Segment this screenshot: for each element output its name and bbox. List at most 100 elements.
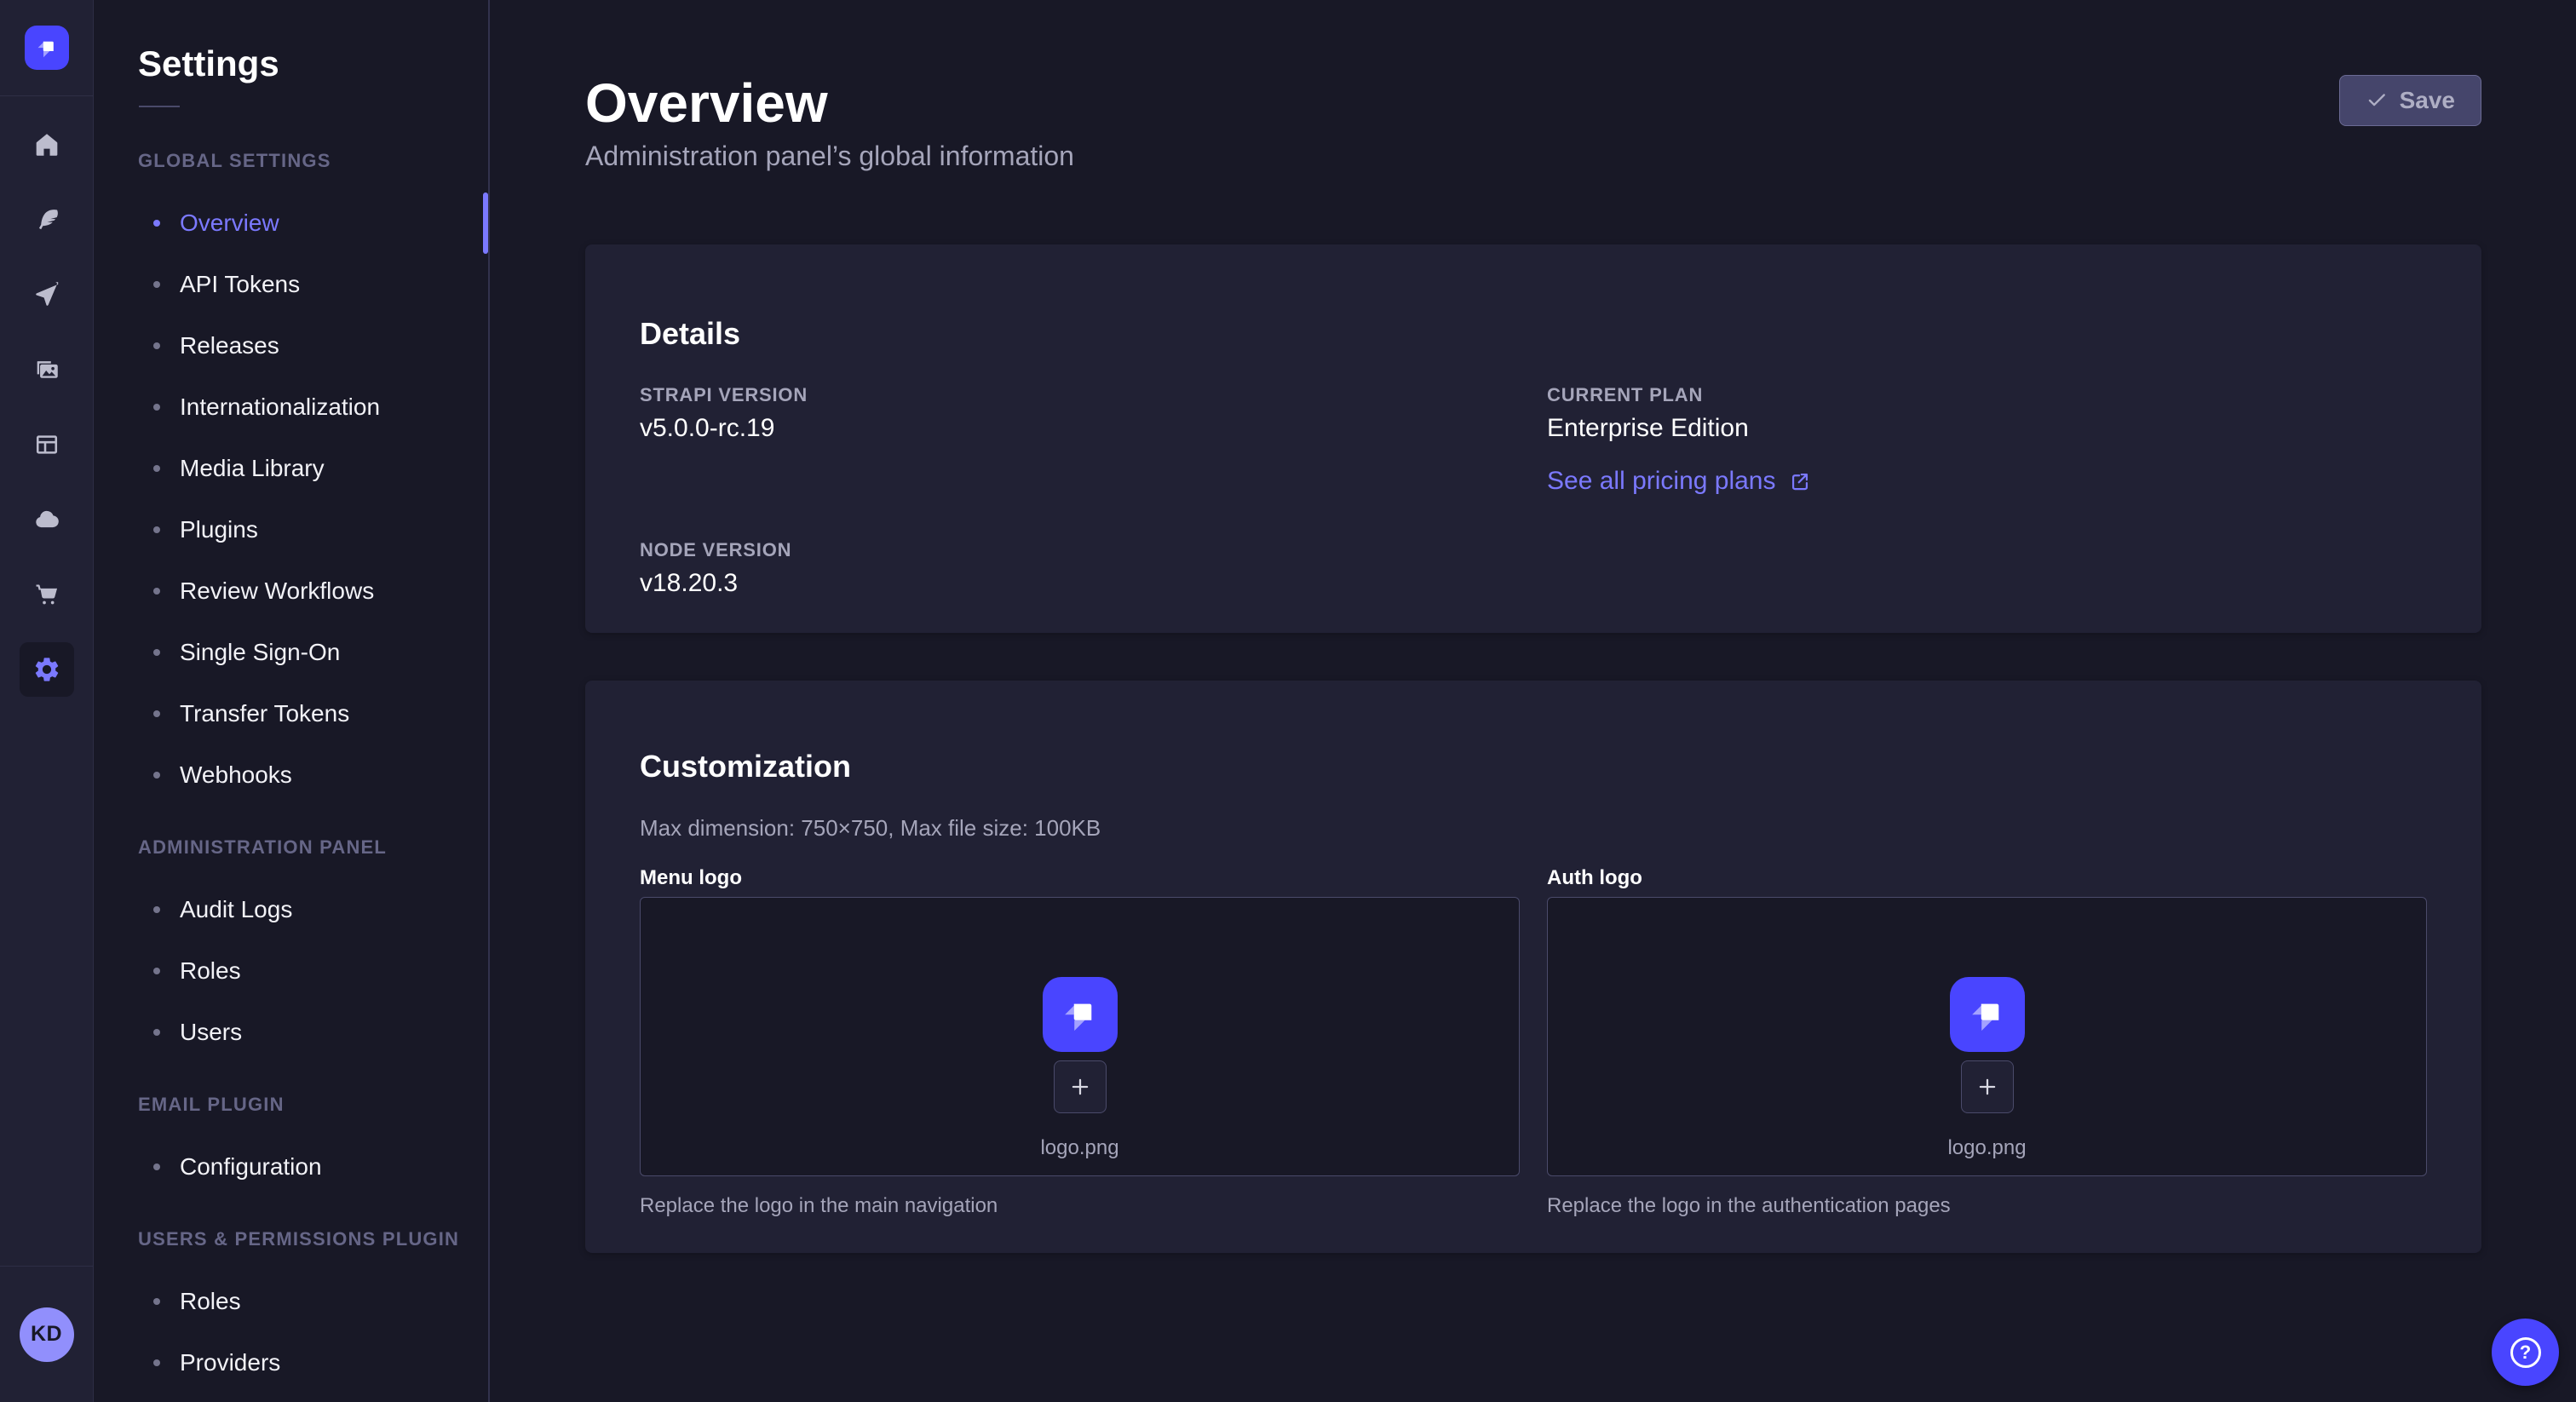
subnav-section-label: ADMINISTRATION PANEL <box>138 836 488 859</box>
logo-filename: logo.png <box>1947 1135 2026 1161</box>
rail-bottom-section: KD <box>0 1266 93 1402</box>
add-logo-button[interactable] <box>1961 1060 2014 1113</box>
rail-item-paper-plane[interactable] <box>0 257 93 332</box>
subnav-item-label: Configuration <box>180 1153 322 1181</box>
subnav-item-list: Configuration <box>94 1136 488 1198</box>
subnav-item-transfer-tokens[interactable]: Transfer Tokens <box>94 683 488 744</box>
rail-divider <box>0 95 93 96</box>
bullet-icon <box>153 588 160 595</box>
question-circle-icon: ? <box>2510 1337 2541 1368</box>
customization-heading: Customization <box>640 749 2427 784</box>
subnav-item-label: Plugins <box>180 516 258 543</box>
field-value: v18.20.3 <box>640 568 1520 599</box>
subnav-item-configuration[interactable]: Configuration <box>94 1136 488 1198</box>
subnav-item-label: Review Workflows <box>180 577 374 605</box>
bullet-icon <box>153 220 160 227</box>
subnav-item-releases[interactable]: Releases <box>94 315 488 376</box>
subnav-item-label: Roles <box>180 957 241 985</box>
subnav-section-label: GLOBAL SETTINGS <box>138 150 488 172</box>
page-header: Overview Administration panel’s global i… <box>585 75 2481 170</box>
auth-logo-field: Auth logo logo.png Replace the logo in the… <box>1547 866 2427 1219</box>
subnav-item-label: Overview <box>180 210 279 237</box>
details-card: Details STRAPI VERSION v5.0.0-rc.19 CURREN… <box>585 244 2481 633</box>
bullet-icon <box>153 1029 160 1036</box>
main-nav-rail: KD <box>0 0 94 1402</box>
field-label: CURRENT PLAN <box>1547 384 2427 406</box>
field-label: NODE VERSION <box>640 539 1520 561</box>
upload-hint: Replace the logo in the authentication p… <box>1547 1193 2427 1219</box>
save-button-label: Save <box>2400 87 2455 114</box>
main-content: Overview Administration panel’s global i… <box>490 0 2576 1402</box>
subnav-item-label: Single Sign-On <box>180 639 340 666</box>
rail-item-cloud[interactable] <box>0 482 93 557</box>
external-link-icon <box>1788 469 1812 493</box>
add-logo-button[interactable] <box>1054 1060 1107 1113</box>
bullet-icon <box>153 281 160 288</box>
subnav-item-plugins[interactable]: Plugins <box>94 499 488 560</box>
subnav-title: Settings <box>138 44 488 83</box>
menu-logo-field: Menu logologo.pngReplace the logo in the… <box>640 866 1520 1219</box>
bullet-icon <box>153 906 160 913</box>
logo-filename: logo.png <box>1040 1135 1118 1161</box>
subnav-item-label: Roles <box>180 1288 241 1315</box>
subnav-item-label: Users <box>180 1019 242 1046</box>
rail-item-cart[interactable] <box>0 557 93 632</box>
pictures-icon <box>32 355 61 384</box>
subnav-item-media-library[interactable]: Media Library <box>94 438 488 499</box>
menu-logo-dropzone[interactable]: logo.png <box>640 897 1520 1176</box>
subnav-item-audit-logs[interactable]: Audit Logs <box>94 879 488 940</box>
subnav-item-label: API Tokens <box>180 271 300 298</box>
bullet-icon <box>153 404 160 411</box>
rail-icon-list <box>0 107 93 707</box>
avatar[interactable]: KD <box>20 1307 74 1362</box>
active-tile <box>20 642 74 697</box>
rail-item-feather[interactable] <box>0 182 93 257</box>
bullet-icon <box>153 1359 160 1366</box>
upload-field-label: Menu logo <box>640 866 1520 890</box>
details-heading: Details <box>640 316 2427 352</box>
subnav-item-label: Transfer Tokens <box>180 700 349 727</box>
auth-logo-dropzone[interactable]: logo.png <box>1547 897 2427 1176</box>
field-label: STRAPI VERSION <box>640 384 1520 406</box>
subnav-item-label: Media Library <box>180 455 325 482</box>
bullet-icon <box>153 465 160 472</box>
subnav-item-overview[interactable]: Overview <box>94 192 488 254</box>
page-title: Overview <box>585 75 2481 131</box>
customization-subheading: Max dimension: 750×750, Max file size: 1… <box>640 815 2427 841</box>
paper-plane-icon <box>32 280 61 309</box>
subnav-item-single-sign-on[interactable]: Single Sign-On <box>94 622 488 683</box>
rail-item-gear[interactable] <box>0 632 93 707</box>
upload-field-label: Auth logo <box>1547 866 2427 890</box>
bullet-icon <box>153 1298 160 1305</box>
gear-icon <box>32 655 61 684</box>
subnav-item-providers[interactable]: Providers <box>94 1332 488 1393</box>
subnav-item-webhooks[interactable]: Webhooks <box>94 744 488 806</box>
subnav-item-label: Webhooks <box>180 761 292 789</box>
logo-upload-grid: Menu logo logo.png Replace the logo in the… <box>640 866 2427 1219</box>
strapi-logo[interactable] <box>25 26 69 70</box>
bullet-icon <box>153 968 160 974</box>
subnav-item-list: Overview API Tokens Releases Internationali… <box>94 192 488 806</box>
subnav-item-api-tokens[interactable]: API Tokens <box>94 254 488 315</box>
subnav-item-users[interactable]: Users <box>94 1002 488 1063</box>
rail-item-pictures[interactable] <box>0 332 93 407</box>
field-value: v5.0.0-rc.19 <box>640 413 1520 444</box>
feather-icon <box>32 205 61 234</box>
subnav-sections: GLOBAL SETTINGS Overview API Tokens Release… <box>94 150 488 1393</box>
subnav-item-label: Audit Logs <box>180 896 292 923</box>
detail-field: CURRENT PLANEnterprise EditionSee all pr… <box>1547 384 2427 497</box>
subnav-item-internationalization[interactable]: Internationalization <box>94 376 488 438</box>
active-indicator <box>483 192 488 254</box>
pricing-plans-link[interactable]: See all pricing plans <box>1547 466 1812 497</box>
help-button[interactable]: ? <box>2492 1319 2559 1386</box>
subnav-item-label: Internationalization <box>180 394 380 421</box>
subnav-item-review-workflows[interactable]: Review Workflows <box>94 560 488 622</box>
subnav-item-roles[interactable]: Roles <box>94 940 488 1002</box>
home-icon <box>32 130 61 159</box>
save-button[interactable]: Save <box>2339 75 2481 126</box>
rail-item-home[interactable] <box>0 107 93 182</box>
subnav-section-label: EMAIL PLUGIN <box>138 1094 488 1116</box>
rail-item-layout[interactable] <box>0 407 93 482</box>
strapi-settings-screen: KD Settings GLOBAL SETTINGS Overview API T… <box>0 0 2576 1402</box>
subnav-item-roles[interactable]: Roles <box>94 1271 488 1332</box>
